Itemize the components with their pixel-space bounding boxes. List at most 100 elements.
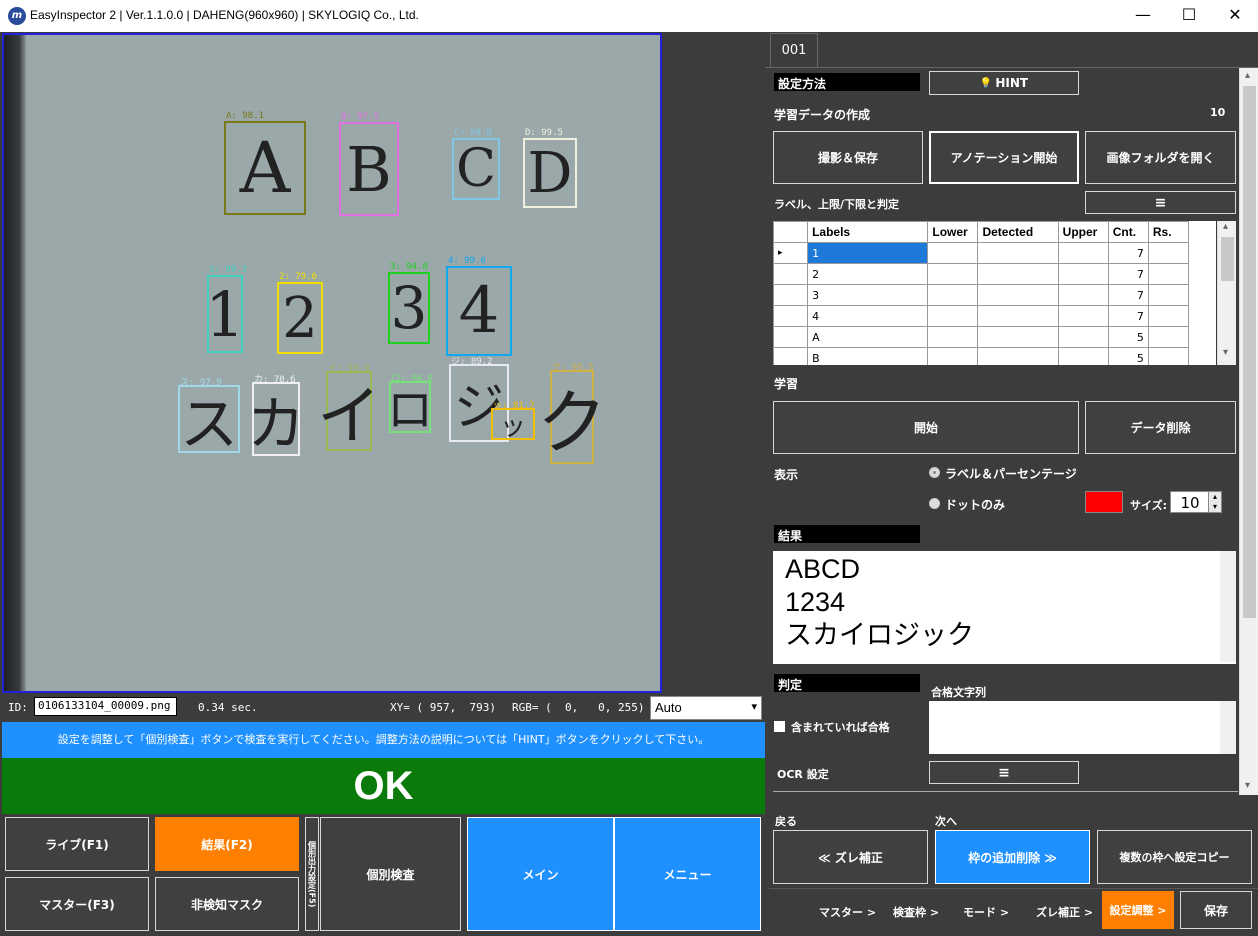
table-cell[interactable] [977, 347, 1059, 365]
scroll-down-icon[interactable]: ▾ [1245, 780, 1250, 791]
table-cell[interactable]: 7 [1107, 263, 1149, 285]
row-header[interactable] [773, 284, 809, 306]
table-cell[interactable]: A [807, 326, 929, 348]
camera-image-view[interactable]: A A: 98.1 B B: 97.5 C C: 98.8 D D: 99.5 1 1: 99.3… [2, 33, 662, 693]
radio-label-percentage[interactable] [929, 467, 940, 478]
scroll-up-icon[interactable]: ▴ [1223, 221, 1228, 232]
nav-shift-correction[interactable]: ズレ補正 > [1036, 904, 1093, 920]
table-cell[interactable] [927, 242, 979, 264]
pass-string-scrollbar[interactable] [1220, 701, 1236, 754]
size-spinner[interactable]: 10 [1170, 491, 1210, 513]
column-header[interactable]: Rs. [1147, 221, 1190, 243]
pass-string-input[interactable] [929, 701, 1236, 754]
hint-button[interactable]: 💡 HINT [929, 71, 1079, 95]
result-button[interactable]: 結果(F2) [155, 817, 299, 871]
table-cell[interactable]: 2 [807, 263, 929, 285]
close-button[interactable]: ✕ [1212, 0, 1258, 32]
table-cell[interactable]: 5 [1107, 326, 1149, 348]
table-cell[interactable]: 4 [807, 305, 929, 327]
image-id-field[interactable]: 0106133104_00009.png [34, 697, 177, 716]
column-header[interactable]: Lower [927, 221, 979, 243]
table-cell[interactable] [977, 284, 1059, 306]
capture-save-button[interactable]: 撮影＆保存 [773, 131, 923, 184]
main-button[interactable]: メイン [467, 817, 614, 931]
row-header[interactable] [773, 347, 809, 365]
table-row[interactable]: A5 [773, 326, 1190, 348]
open-image-folder-button[interactable]: 画像フォルダを開く [1085, 131, 1236, 184]
maximize-button[interactable]: ☐ [1166, 0, 1212, 32]
table-cell[interactable] [1057, 326, 1109, 348]
nav-master[interactable]: マスター > [819, 904, 876, 920]
table-cell[interactable] [1147, 305, 1190, 327]
next-frame-add-delete-button[interactable]: 枠の追加削除 ≫ [935, 830, 1090, 884]
size-spinner-arrows[interactable]: ▴ ▾ [1208, 491, 1222, 513]
spin-up-icon[interactable]: ▴ [1209, 492, 1221, 502]
column-header[interactable]: Upper [1057, 221, 1109, 243]
table-cell[interactable] [977, 326, 1059, 348]
table-cell[interactable] [1147, 242, 1190, 264]
label-table[interactable]: Labels Lower Detected Upper Cnt. Rs. ▸ 1 7 2 7 3 7 4… [773, 221, 1216, 365]
nav-mode[interactable]: モード > [963, 904, 1009, 920]
table-cell[interactable] [1147, 326, 1190, 348]
tab-001[interactable]: 001 [770, 33, 818, 67]
table-cell[interactable] [977, 242, 1059, 264]
table-cell[interactable]: 5 [1107, 347, 1149, 365]
spin-down-icon[interactable]: ▾ [1209, 502, 1221, 512]
label-menu-button[interactable]: ≡ [1085, 191, 1236, 214]
table-row[interactable]: B5 [773, 347, 1190, 365]
ocr-menu-button[interactable]: ≡ [929, 761, 1079, 784]
table-cell[interactable] [1057, 263, 1109, 285]
menu-button[interactable]: メニュー [614, 817, 761, 931]
table-cell[interactable] [927, 284, 979, 306]
table-cell[interactable]: 7 [1107, 305, 1149, 327]
table-cell[interactable] [977, 263, 1059, 285]
table-cell[interactable] [1057, 284, 1109, 306]
row-header[interactable]: ▸ [773, 242, 809, 264]
table-cell[interactable] [927, 263, 979, 285]
table-scrollbar[interactable]: ▴ ▾ [1217, 221, 1236, 365]
save-button[interactable]: 保存 [1180, 891, 1252, 929]
copy-to-frames-button[interactable]: 複数の枠へ設定コピー [1097, 830, 1252, 884]
table-scroll-thumb[interactable] [1221, 237, 1234, 281]
table-row[interactable]: 27 [773, 263, 1190, 285]
table-cell[interactable]: 7 [1107, 284, 1149, 306]
table-row[interactable]: 47 [773, 305, 1190, 327]
table-cell[interactable]: B [807, 347, 929, 365]
result-scrollbar[interactable] [1220, 551, 1236, 662]
table-row[interactable]: 37 [773, 284, 1190, 306]
row-header[interactable] [773, 263, 809, 285]
table-cell[interactable]: 7 [1107, 242, 1149, 264]
column-header[interactable]: Detected [977, 221, 1059, 243]
non-detect-mask-button[interactable]: 非検知マスク [155, 877, 299, 931]
column-header[interactable]: Cnt. [1107, 221, 1149, 243]
nav-inspection-frame[interactable]: 検査枠 > [893, 904, 939, 920]
back-shift-correction-button[interactable]: ≪ ズレ補正 [773, 830, 928, 884]
table-cell[interactable] [1057, 242, 1109, 264]
table-cell[interactable]: 1 [807, 242, 929, 264]
annotation-start-button[interactable]: アノテーション開始 [929, 131, 1079, 184]
scroll-up-icon[interactable]: ▴ [1245, 70, 1250, 81]
radio-dot-only[interactable] [929, 498, 940, 509]
learning-start-button[interactable]: 開始 [773, 401, 1079, 454]
panel-scroll-thumb[interactable] [1243, 86, 1256, 618]
zoom-mode-select[interactable]: Auto ▾ [650, 696, 762, 720]
delete-data-button[interactable]: データ削除 [1085, 401, 1236, 454]
panel-scrollbar[interactable]: ▴ ▾ [1239, 68, 1258, 795]
minimize-button[interactable]: — [1120, 0, 1166, 32]
table-cell[interactable] [1147, 284, 1190, 306]
table-cell[interactable] [927, 326, 979, 348]
row-header[interactable] [773, 305, 809, 327]
scroll-down-icon[interactable]: ▾ [1223, 347, 1228, 358]
contains-pass-checkbox[interactable] [774, 721, 785, 732]
live-button[interactable]: ライブ(F1) [5, 817, 149, 871]
result-text-box[interactable]: ABCD 1234 スカイロジック [773, 551, 1236, 664]
table-cell[interactable] [927, 347, 979, 365]
table-cell[interactable] [1057, 347, 1109, 365]
table-cell[interactable] [1147, 263, 1190, 285]
table-cell[interactable] [927, 305, 979, 327]
table-row[interactable]: ▸ 1 7 [773, 242, 1190, 264]
table-cell[interactable]: 3 [807, 284, 929, 306]
nav-settings-adjust[interactable]: 設定調整 > [1102, 891, 1174, 929]
column-header[interactable]: Labels [807, 221, 929, 243]
dot-color-swatch[interactable] [1085, 491, 1123, 513]
